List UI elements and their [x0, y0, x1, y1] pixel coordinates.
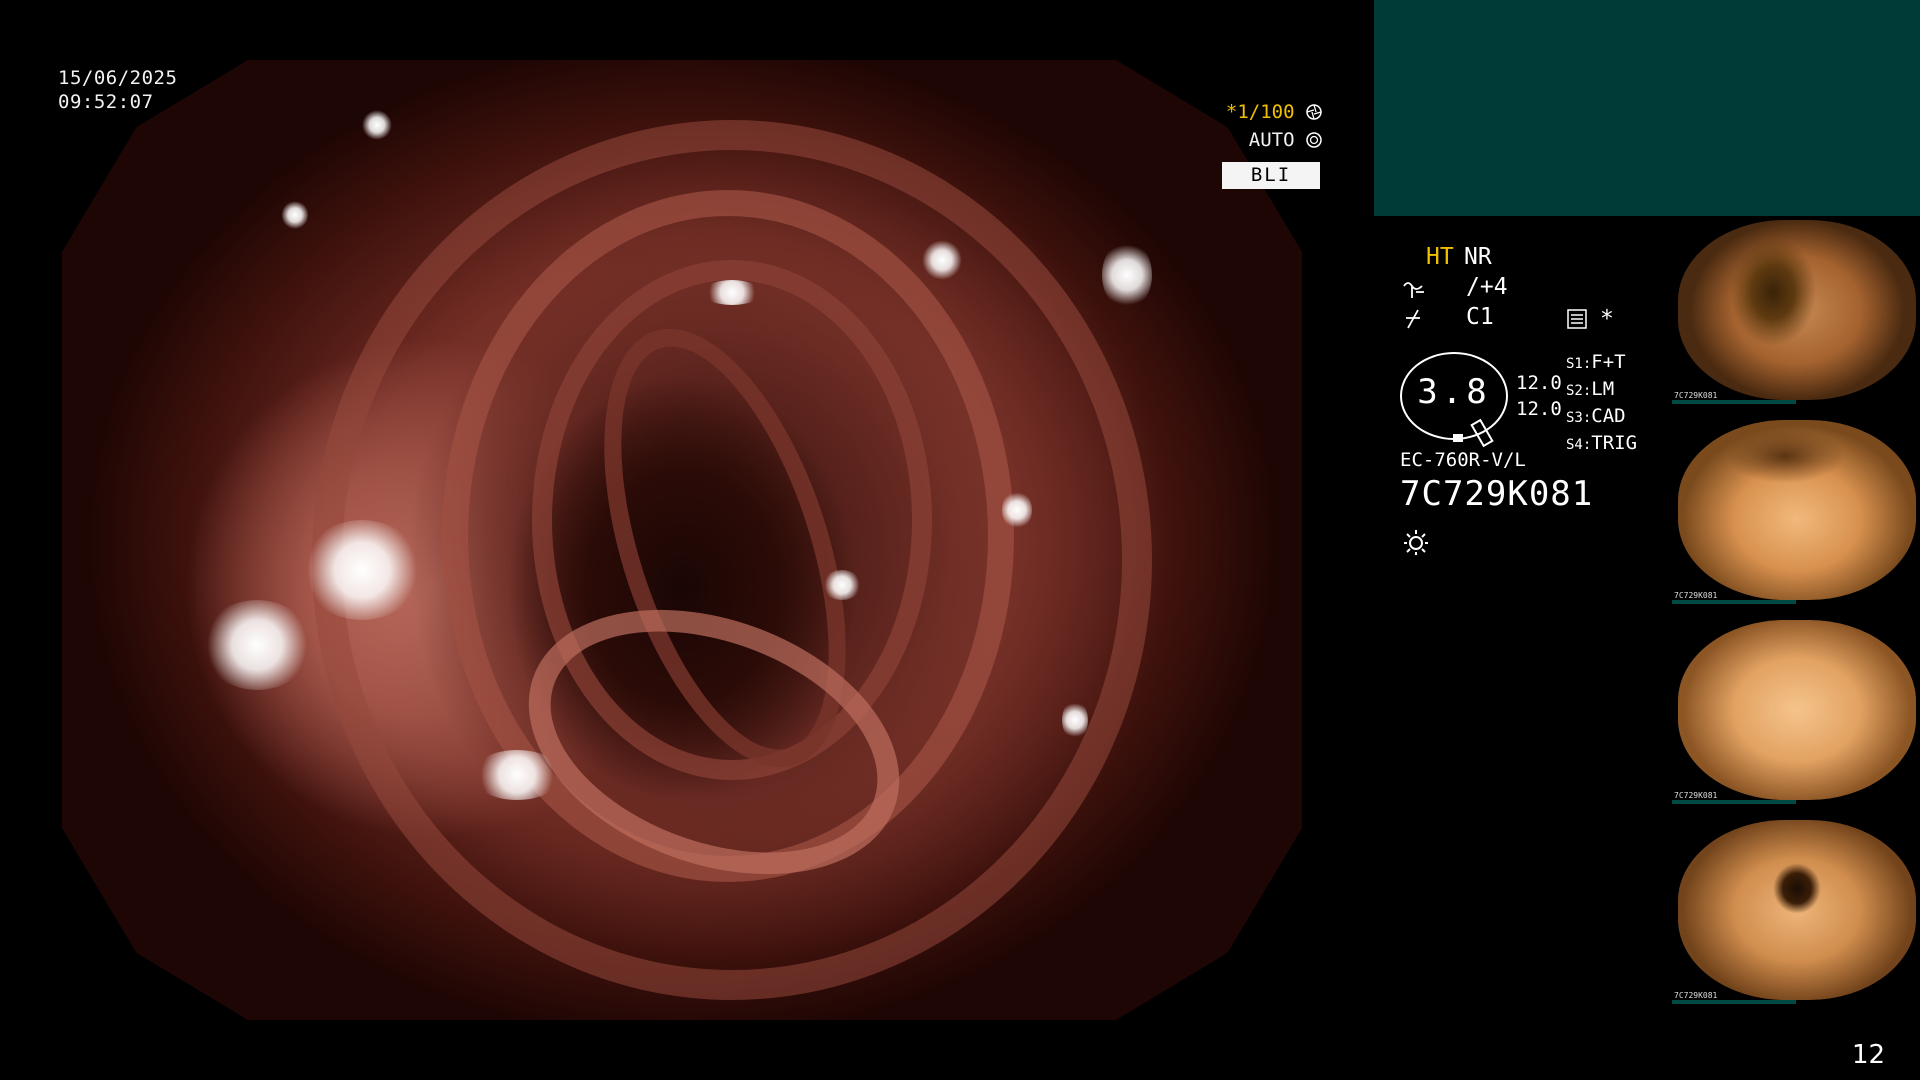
imaging-mode-badge: BLI — [1222, 162, 1320, 189]
capture-thumbnail[interactable]: 7C729K081 — [1672, 616, 1920, 804]
shutter-setting: *1/100 — [1212, 98, 1322, 126]
light-source-icon — [1404, 530, 1428, 555]
thumbnail-image — [1678, 220, 1916, 400]
color-enhancement-icon — [1406, 309, 1420, 329]
date-text: 15/06/2025 — [58, 67, 178, 89]
switch-setting-row: S2:LM — [1566, 377, 1637, 404]
exposure-icon — [1306, 132, 1322, 148]
zoom-gauge: 3.8 — [1400, 352, 1508, 448]
gauge-bottom-value: 12.0 — [1516, 398, 1562, 420]
menu-icon — [1567, 309, 1587, 329]
specular-highlight — [922, 240, 962, 280]
endoscope-live-image — [62, 60, 1302, 1020]
scope-model: EC-760R-V/L — [1400, 449, 1526, 471]
gauge-needle-icon — [1470, 418, 1494, 448]
thumbnail-bar — [1672, 400, 1796, 404]
thumbnail-bar — [1672, 600, 1796, 604]
specular-highlight — [702, 280, 762, 305]
switch-key: S1: — [1566, 356, 1592, 372]
switch-key: S4: — [1566, 437, 1592, 453]
thumbnail-label: 7C729K081 — [1674, 991, 1718, 1000]
specular-highlight — [822, 570, 862, 600]
ht-indicator: HT — [1426, 244, 1454, 270]
thumbnail-image — [1678, 420, 1916, 600]
exposure-text: AUTO — [1248, 129, 1295, 151]
nr-indicator: NR — [1464, 244, 1492, 270]
thumbnail-bar — [1672, 1000, 1796, 1004]
exposure-setting: AUTO — [1212, 126, 1322, 154]
shutter-text: *1/100 — [1225, 101, 1295, 123]
time-text: 09:52:07 — [58, 91, 154, 113]
capture-thumbnail[interactable]: 7C729K081 — [1672, 816, 1920, 1004]
switch-value: TRIG — [1591, 432, 1638, 454]
structure-enhancement-icon — [1403, 282, 1424, 298]
switch-setting-row: S4:TRIG — [1566, 431, 1637, 458]
specular-highlight — [302, 520, 422, 620]
thumbnail-image — [1678, 620, 1916, 800]
switch-settings: S1:F+T S2:LM S3:CAD S4:TRIG — [1566, 350, 1637, 458]
page-number: 12 — [1852, 1040, 1886, 1070]
endoscopy-screen: 15/06/2025 09:52:07 *1/100 AUTO BLI HT N… — [0, 0, 1920, 1080]
switch-key: S2: — [1566, 383, 1592, 399]
color-mode: C1 — [1466, 304, 1494, 330]
switch-value: F+T — [1591, 351, 1626, 373]
gauge-marker — [1453, 434, 1463, 442]
asterisk-marker: * — [1600, 306, 1614, 332]
specular-highlight — [202, 600, 312, 690]
thumbnail-image — [1678, 820, 1916, 1000]
thumbnail-bar — [1672, 800, 1796, 804]
specular-highlight — [362, 110, 392, 140]
specular-highlight — [1102, 240, 1152, 310]
capture-thumbnail[interactable]: 7C729K081 — [1672, 416, 1920, 604]
enhancement-level: /+4 — [1466, 274, 1508, 300]
switch-setting-row: S1:F+T — [1566, 350, 1637, 377]
thumbnail-label: 7C729K081 — [1674, 391, 1718, 400]
thumbnail-label: 7C729K081 — [1674, 791, 1718, 800]
thumbnail-label: 7C729K081 — [1674, 591, 1718, 600]
gauge-value: 3.8 — [1417, 372, 1491, 412]
shutter-icon — [1306, 104, 1322, 120]
switch-value: CAD — [1591, 405, 1626, 427]
specular-highlight — [1062, 700, 1088, 740]
info-header-panel — [1374, 0, 1920, 216]
specular-highlight — [1002, 490, 1032, 530]
gauge-scale: 12.0 12.0 — [1516, 370, 1562, 422]
gauge-top-value: 12.0 — [1516, 372, 1562, 394]
switch-setting-row: S3:CAD — [1566, 404, 1637, 431]
switch-value: LM — [1591, 378, 1615, 400]
capture-settings: *1/100 AUTO — [1212, 98, 1322, 154]
specular-highlight — [472, 750, 562, 800]
switch-key: S3: — [1566, 410, 1592, 426]
specular-highlight — [282, 200, 308, 230]
scope-serial: 7C729K081 — [1400, 474, 1594, 514]
capture-thumbnail[interactable]: 7C729K081 — [1672, 216, 1920, 404]
date-time: 15/06/2025 09:52:07 — [58, 66, 177, 114]
